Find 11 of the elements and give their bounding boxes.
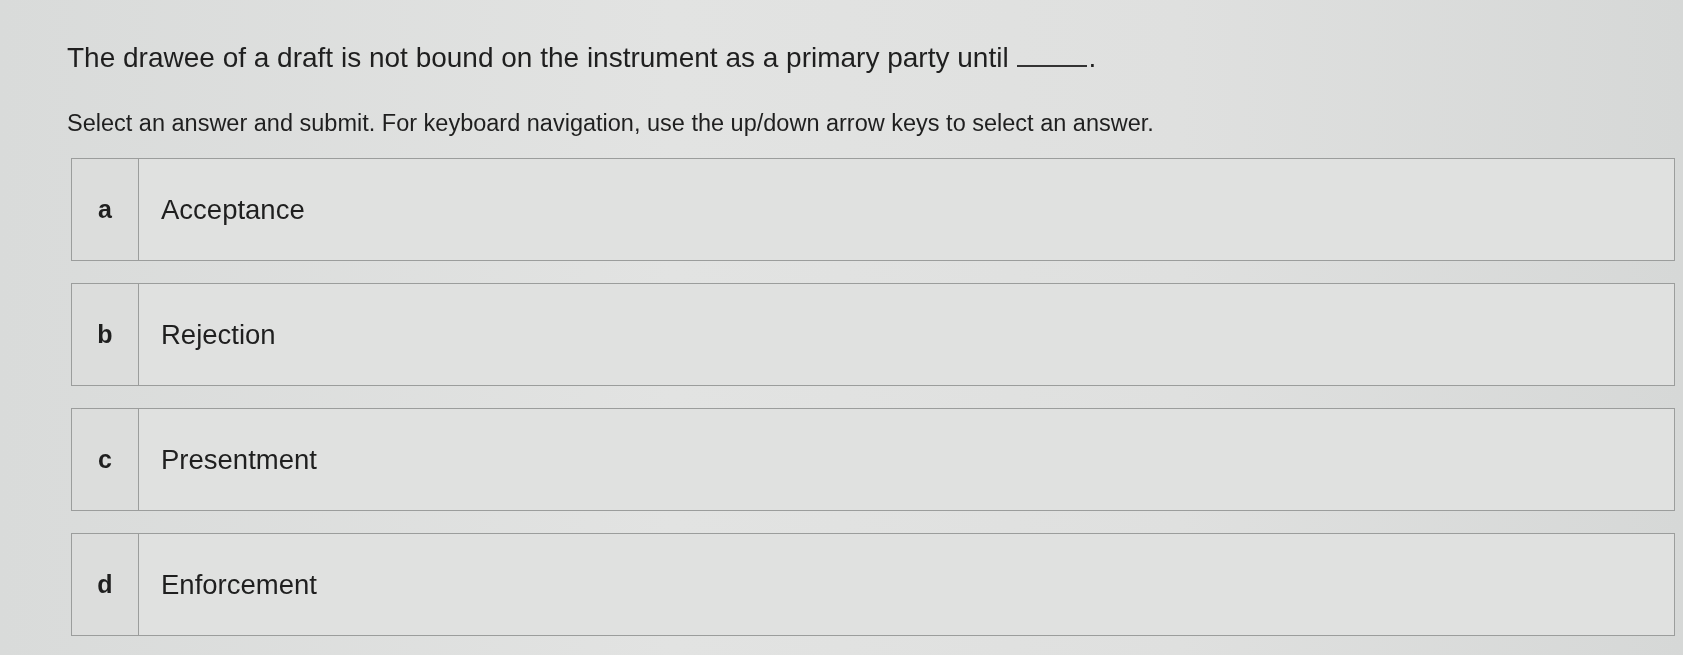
question-text: The drawee of a draft is not bound on the instrument as a primary party until <box>67 42 1009 74</box>
question-period: . <box>1088 42 1097 74</box>
answer-option[interactable]: a Acceptance <box>71 158 1675 261</box>
answer-option[interactable]: d Enforcement <box>71 533 1675 636</box>
option-letter: a <box>72 159 139 260</box>
answer-option[interactable]: b Rejection <box>71 283 1675 386</box>
option-letter: b <box>72 284 139 385</box>
option-letter: d <box>72 534 139 635</box>
instructions-text: Select an answer and submit. For keyboard navigation, use the up/down arrow keys to select an answer. <box>67 110 1155 137</box>
answer-option[interactable]: c Presentment <box>71 408 1675 511</box>
option-letter: c <box>72 409 139 510</box>
